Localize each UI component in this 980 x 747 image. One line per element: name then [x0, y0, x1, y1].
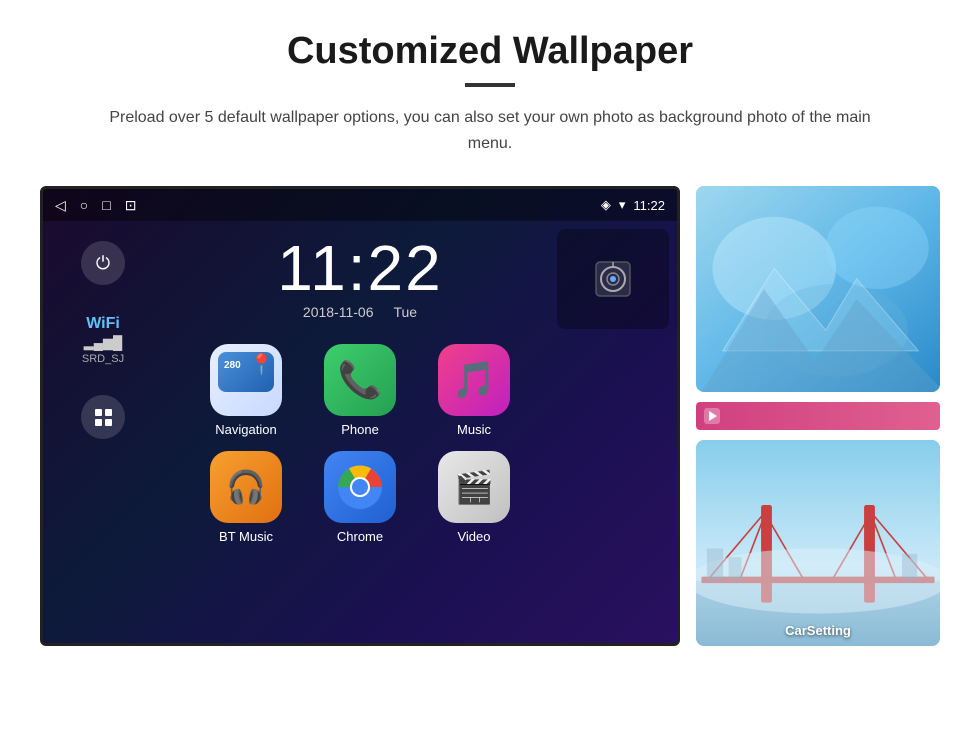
location-icon: ◈: [601, 197, 611, 213]
video-label: Video: [457, 529, 490, 544]
bt-icon-img: 🎧: [210, 451, 282, 523]
status-bar: ◁ ○ □ ⊡ ◈ ▾ 11:22: [43, 189, 677, 221]
chrome-label: Chrome: [337, 529, 383, 544]
power-button[interactable]: ⏻: [81, 241, 125, 285]
clock-date-value: 2018-11-06: [303, 304, 374, 320]
navigation-icon-img: 280 📍: [210, 344, 282, 416]
phone-icon-img: 📞: [324, 344, 396, 416]
clock-day-value: Tue: [393, 304, 417, 320]
screen-center: 11:22 2018-11-06 Tue 280 📍 Navigation: [163, 221, 557, 641]
screen-main: ⏻ WiFi ▂▄▆█ SRD_SJ: [43, 221, 677, 641]
wifi-label: WiFi: [82, 315, 124, 333]
page-title: Customized Wallpaper: [287, 30, 693, 73]
wallpaper-thumb-bridge[interactable]: CarSetting: [696, 440, 940, 646]
page-description: Preload over 5 default wallpaper options…: [100, 105, 880, 156]
wallpaper-thumbs: CarSetting: [696, 186, 940, 646]
ice-visual: [696, 186, 940, 392]
app-bt-music[interactable]: 🎧 BT Music: [196, 451, 296, 544]
clock-display: 11:22: [277, 236, 442, 300]
nav-marker-icon: 📍: [249, 352, 274, 377]
chrome-icon-img: [324, 451, 396, 523]
screen-sidebar: ⏻ WiFi ▂▄▆█ SRD_SJ: [43, 221, 163, 641]
apps-button[interactable]: [81, 395, 125, 439]
music-label: Music: [457, 422, 491, 437]
media-icon: [704, 408, 720, 424]
wifi-bars: ▂▄▆█: [82, 335, 124, 351]
screen-right: [557, 221, 677, 641]
bridge-svg: [696, 440, 940, 646]
android-screen: ◁ ○ □ ⊡ ◈ ▾ 11:22 ⏻ WiFi ▂▄▆█ SR: [40, 186, 680, 646]
app-phone[interactable]: 📞 Phone: [310, 344, 410, 437]
wifi-icon: ▾: [619, 197, 626, 213]
music-icon: 🎵: [452, 359, 497, 401]
power-icon: ⏻: [96, 253, 110, 274]
video-icon: 🎬: [454, 468, 494, 506]
phone-label: Phone: [341, 422, 379, 437]
app-grid: 280 📍 Navigation 📞 Phone: [196, 344, 524, 544]
back-icon[interactable]: ◁: [55, 197, 66, 214]
wallpaper-thumb-ice[interactable]: [696, 186, 940, 392]
home-icon[interactable]: ○: [80, 197, 88, 213]
main-content: ◁ ○ □ ⊡ ◈ ▾ 11:22 ⏻ WiFi ▂▄▆█ SR: [40, 186, 940, 646]
recents-icon[interactable]: □: [102, 197, 110, 213]
app-music[interactable]: 🎵 Music: [424, 344, 524, 437]
chrome-svg: [336, 463, 384, 511]
wifi-info: WiFi ▂▄▆█ SRD_SJ: [82, 315, 124, 365]
radio-widget[interactable]: [557, 229, 669, 329]
nav-buttons: ◁ ○ □ ⊡: [55, 197, 136, 214]
carsetting-label: CarSetting: [696, 623, 940, 638]
ice-svg: [696, 186, 940, 392]
navigation-label: Navigation: [215, 422, 276, 437]
radio-icon: [588, 254, 638, 304]
bt-music-label: BT Music: [219, 529, 273, 544]
apps-grid-icon: [89, 403, 118, 432]
status-indicators: ◈ ▾ 11:22: [601, 197, 665, 213]
title-divider: [465, 83, 515, 87]
status-time: 11:22: [633, 198, 665, 213]
bluetooth-icon: 🎧: [226, 468, 266, 506]
video-icon-img: 🎬: [438, 451, 510, 523]
app-chrome[interactable]: Chrome: [310, 451, 410, 544]
media-bar: [696, 402, 940, 430]
app-navigation[interactable]: 280 📍 Navigation: [196, 344, 296, 437]
nav-280-label: 280: [224, 360, 241, 371]
app-video[interactable]: 🎬 Video: [424, 451, 524, 544]
screenshot-icon[interactable]: ⊡: [125, 197, 137, 214]
clock-date: 2018-11-06 Tue: [303, 304, 417, 320]
wifi-network: SRD_SJ: [82, 353, 124, 365]
music-icon-img: 🎵: [438, 344, 510, 416]
phone-icon: 📞: [338, 359, 383, 401]
